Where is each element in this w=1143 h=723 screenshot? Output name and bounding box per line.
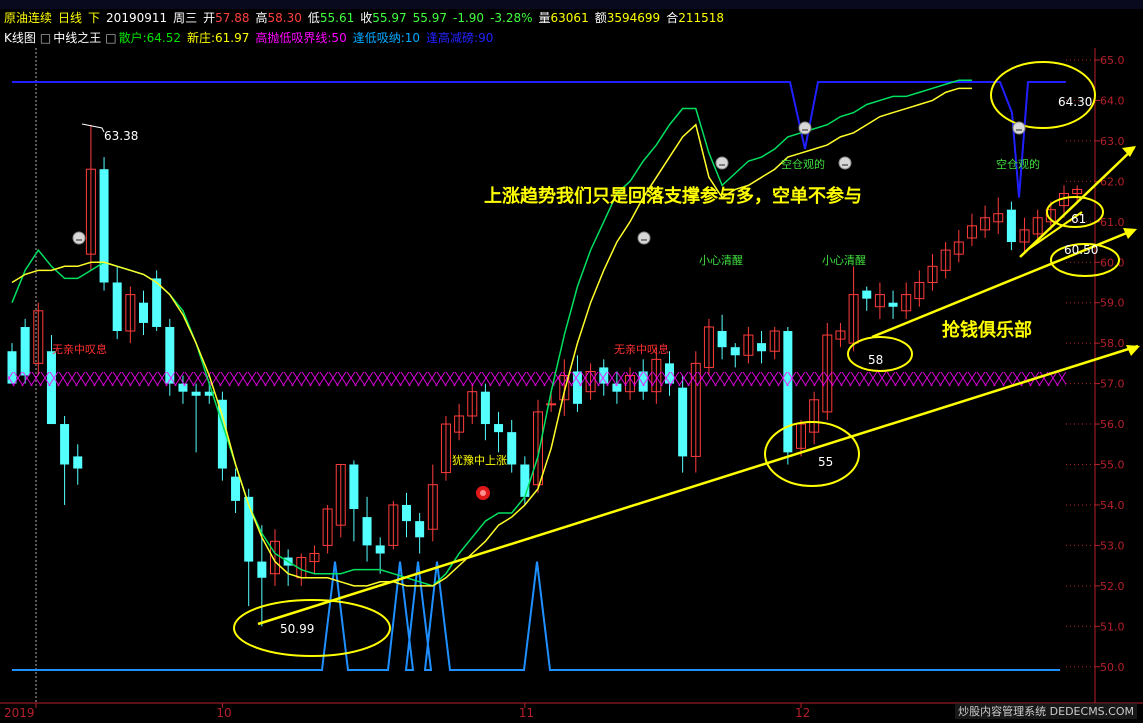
- candle-body-down: [402, 504, 411, 522]
- candle-body-down: [73, 456, 83, 469]
- price-tick-label: 50.0: [1100, 661, 1125, 674]
- price-tick-label: 63.0: [1100, 135, 1125, 148]
- candle-body-down: [494, 424, 504, 433]
- time-tick-label: 2019: [4, 706, 35, 720]
- candle-body-down: [349, 464, 359, 509]
- signal-label: 空仓观的: [781, 157, 825, 171]
- candle-body-down: [20, 326, 30, 376]
- candle-body-down: [888, 302, 898, 307]
- signal-label: 犹豫中上涨: [452, 454, 507, 467]
- smiley-icon: [1012, 121, 1026, 135]
- price-tick-label: 59.0: [1100, 297, 1125, 310]
- price-tag: 61: [1071, 212, 1086, 226]
- signal-label: 小心清醒: [699, 254, 743, 267]
- price-tick-label: 52.0: [1100, 580, 1125, 593]
- candle-body-down: [520, 464, 530, 497]
- signal-label: 小心清醒: [822, 254, 866, 267]
- candle-body-down: [191, 391, 201, 396]
- candle-body-down: [717, 331, 727, 348]
- smiley-icon: [637, 231, 651, 245]
- candle-body-down: [757, 343, 767, 352]
- price-tick-label: 51.0: [1100, 620, 1125, 633]
- candle-body-down: [375, 545, 385, 554]
- boundary-band: [8, 372, 1066, 386]
- candle-body-down: [257, 561, 267, 578]
- kline-chart[interactable]: 50.0 51.0 52.0 53.0 54.0 55.0 56.0 57.0 58.0 59.0…: [0, 0, 1143, 723]
- buy-marker-core: [480, 490, 486, 496]
- candle-body-down: [139, 302, 148, 323]
- price-tick-label: 55.0: [1100, 459, 1125, 472]
- smiley-icon: [72, 231, 86, 245]
- price-tick-label: 65.0: [1100, 54, 1125, 67]
- watermark: 炒股内容管理系统 DEDECMS.COM: [955, 703, 1137, 719]
- smiley-icon: [838, 156, 852, 170]
- price-tick-label: 61.0: [1100, 216, 1125, 229]
- price-tick-label: 53.0: [1100, 539, 1125, 552]
- candle-body-down: [231, 476, 241, 501]
- annotation-club-text: 抢钱俱乐部: [942, 319, 1032, 341]
- price-tag: 55: [818, 455, 833, 469]
- signal-label: 空仓观的: [996, 157, 1040, 171]
- candle-body-down: [507, 432, 517, 465]
- candle-body-down: [112, 282, 122, 332]
- price-tag: 50.99: [280, 622, 314, 636]
- price-tag: 58: [868, 353, 883, 367]
- price-tag: 60.50: [1064, 243, 1098, 257]
- smiley-icon: [715, 156, 729, 170]
- price-tag: 63.38: [104, 129, 138, 143]
- price-tick-label: 58.0: [1100, 337, 1125, 350]
- candle-body-down: [730, 347, 740, 356]
- signal-label: 无亲中叹息: [614, 342, 669, 356]
- smiley-icon: [798, 121, 812, 135]
- candle-body-down: [415, 521, 425, 538]
- price-tick-label: 57.0: [1100, 378, 1125, 391]
- time-tick-label: 12: [795, 706, 810, 720]
- price-tick-label: 60.0: [1100, 256, 1125, 269]
- candle-body-down: [99, 169, 109, 283]
- time-tick-label: 11: [519, 706, 534, 720]
- candle-body-down: [362, 517, 372, 546]
- candle-body-down: [862, 290, 872, 299]
- time-tick-label: 10: [216, 706, 231, 720]
- candle-body-down: [1006, 209, 1016, 243]
- price-tick-label: 64.0: [1100, 94, 1125, 107]
- price-tick-label: 54.0: [1100, 499, 1125, 512]
- candle-body-down: [783, 331, 793, 453]
- candle-body-down: [480, 391, 490, 425]
- price-tag: 64.30: [1058, 95, 1092, 109]
- annotation-main-text: 上涨趋势我们只是回落支撑参与多，空单不参与: [484, 185, 862, 207]
- price-tick-label: 56.0: [1100, 418, 1125, 431]
- candle-body-down: [678, 387, 688, 457]
- candle-body-down: [60, 424, 70, 465]
- signal-label: 无亲中叹息: [52, 342, 107, 356]
- candle-body-down: [46, 351, 56, 425]
